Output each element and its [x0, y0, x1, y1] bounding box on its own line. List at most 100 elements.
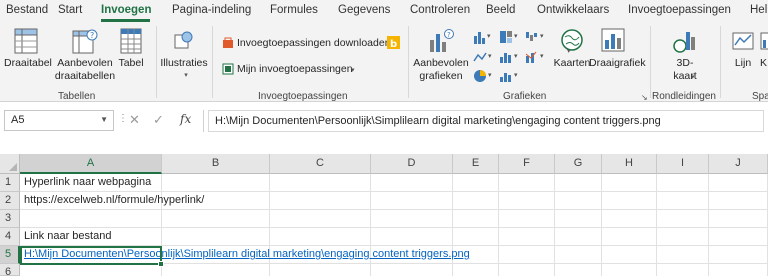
pivotchart-icon: [601, 28, 625, 54]
recommended-pivottables-icon: ?: [72, 28, 98, 54]
select-all-button[interactable]: [0, 154, 20, 174]
sparkline-line-icon: [732, 32, 754, 50]
tab-ontwikkelaars[interactable]: Ontwikkelaars: [537, 4, 609, 16]
table-icon: [120, 28, 142, 54]
kolom-button[interactable]: K: [760, 57, 767, 69]
row-header-3[interactable]: 3: [0, 210, 20, 228]
formula-input[interactable]: H:\Mijn Documenten\Persoonlijk\Simplilea…: [208, 110, 764, 132]
tab-help[interactable]: Help: [750, 4, 768, 16]
column-header-a[interactable]: A: [20, 154, 162, 174]
combo-chart-icon[interactable]: ▾: [525, 50, 547, 64]
column-chart-icon[interactable]: ▾: [473, 30, 495, 44]
tab-formules[interactable]: Formules: [270, 4, 318, 16]
row-header-2[interactable]: 2: [0, 192, 20, 210]
name-box[interactable]: A5 ▼: [4, 110, 114, 131]
aanbevolen-draaitabellen-line2[interactable]: draaitabellen: [54, 70, 116, 82]
line-chart-icon[interactable]: ▾: [473, 50, 495, 64]
cell-a4[interactable]: Link naar bestand: [24, 228, 111, 245]
svg-text:b: b: [390, 39, 397, 49]
aanbevolen-grafieken-line1[interactable]: Aanbevolen: [412, 57, 470, 69]
name-box-dropdown-icon[interactable]: ▼: [100, 115, 108, 124]
worksheet-grid: A B C D E F G H I J 1 2 3 4 5 6 Hyperlin…: [0, 154, 768, 276]
aanbevolen-grafieken-line2[interactable]: grafieken: [412, 70, 470, 82]
3d-kaart-line1[interactable]: 3D-: [660, 57, 710, 69]
column-header-h[interactable]: H: [602, 154, 657, 174]
row-header-5[interactable]: 5: [0, 246, 20, 264]
gridline: [601, 174, 602, 276]
cancel-icon[interactable]: ✕: [129, 112, 140, 128]
tab-pagina-indeling[interactable]: Pagina-indeling: [172, 4, 251, 16]
formula-bar: A5 ▼ ⋮ ✕ ✓ fx H:\Mijn Documenten\Persoon…: [0, 106, 768, 136]
tab-invoegen[interactable]: Invoegen: [101, 4, 151, 16]
mijn-invoegtoepassingen-dropdown-icon[interactable]: ▾: [351, 65, 355, 77]
grafieken-group-label: Grafieken: [503, 91, 547, 102]
group-separator: [156, 26, 157, 98]
column-header-j[interactable]: J: [709, 154, 768, 174]
column-header-d[interactable]: D: [371, 154, 453, 174]
svg-text:▾: ▾: [488, 72, 492, 79]
svg-text:▾: ▾: [488, 53, 492, 60]
aanbevolen-draaitabellen-line1[interactable]: Aanbevolen: [54, 57, 116, 69]
lijn-button[interactable]: Lijn: [730, 57, 756, 69]
illustraties-button[interactable]: Illustraties: [158, 57, 210, 69]
tab-invoegtoepassingen[interactable]: Invoegtoepassingen: [628, 4, 731, 16]
column-header-f[interactable]: F: [499, 154, 555, 174]
svg-text:▾: ▾: [540, 53, 544, 60]
invoegtoepassingen-downloaden-button[interactable]: Invoegtoepassingen downloaden: [237, 37, 391, 49]
bing-icon[interactable]: b: [387, 36, 400, 49]
draaigrafiek-button[interactable]: Draaigrafiek: [589, 57, 646, 69]
tab-controleren[interactable]: Controleren: [410, 4, 470, 16]
row-header-1[interactable]: 1: [0, 174, 20, 192]
enter-icon[interactable]: ✓: [153, 112, 164, 128]
invoegtoepassingen-group-label: Invoegtoepassingen: [258, 91, 348, 102]
hierarchy-chart-icon[interactable]: ▾: [499, 30, 521, 44]
3d-kaart-line2[interactable]: kaart: [660, 70, 710, 82]
cell-a1[interactable]: Hyperlink naar webpagina: [24, 174, 151, 191]
row-header-4[interactable]: 4: [0, 228, 20, 246]
group-separator: [720, 26, 721, 98]
tab-gegevens[interactable]: Gegevens: [338, 4, 390, 16]
cell-a2[interactable]: https://excelweb.nl/formule/hyperlink/: [24, 192, 204, 209]
svg-text:▾: ▾: [540, 33, 544, 40]
statistic-chart-icon[interactable]: ▾: [499, 50, 521, 64]
formula-bar-grip-icon[interactable]: ⋮: [118, 113, 128, 124]
column-header-g[interactable]: G: [555, 154, 602, 174]
mijn-invoegtoepassingen-button[interactable]: Mijn invoegtoepassingen: [237, 63, 353, 75]
select-all-triangle-icon: [9, 163, 17, 171]
grafieken-dialog-launcher-icon[interactable]: ↘: [641, 92, 648, 104]
column-header-b[interactable]: B: [162, 154, 270, 174]
my-addins-icon: [222, 63, 234, 75]
maps-globe-icon: ▾: [560, 28, 584, 54]
svg-text:▾: ▾: [567, 48, 571, 54]
fill-handle[interactable]: [158, 261, 164, 267]
scatter-chart-icon[interactable]: ▾: [499, 69, 521, 83]
formula-bar-divider: [203, 110, 204, 132]
rondleidingen-group-label: Rondleidingen: [652, 91, 716, 102]
pie-chart-icon[interactable]: ▾: [473, 69, 495, 83]
group-separator: [212, 26, 213, 98]
svg-text:▾: ▾: [487, 33, 491, 40]
gridline: [656, 174, 657, 276]
waterfall-chart-icon[interactable]: ▾: [525, 30, 547, 44]
tabel-button[interactable]: Tabel: [114, 57, 148, 69]
svg-text:▾: ▾: [514, 72, 518, 79]
svg-text:?: ?: [447, 31, 451, 39]
column-header-e[interactable]: E: [453, 154, 499, 174]
illustraties-dropdown-icon[interactable]: ▾: [181, 70, 191, 82]
row-header-6[interactable]: 6: [0, 264, 20, 276]
gridline: [708, 174, 709, 276]
tab-start[interactable]: Start: [58, 4, 82, 16]
draaitabel-button[interactable]: Draaitabel: [4, 57, 52, 69]
3d-map-icon: [672, 28, 698, 54]
column-header-i[interactable]: I: [657, 154, 709, 174]
column-header-c[interactable]: C: [270, 154, 371, 174]
svg-text:?: ?: [90, 31, 94, 40]
tab-bestand[interactable]: Bestand: [6, 4, 48, 16]
sparkline-column-icon: [760, 32, 768, 50]
3d-kaart-dropdown-icon[interactable]: ▾: [691, 72, 695, 84]
active-cell-border: [20, 246, 162, 265]
tab-beeld[interactable]: Beeld: [486, 4, 515, 16]
formula-text: H:\Mijn Documenten\Persoonlijk\Simplilea…: [215, 115, 661, 127]
group-separator: [408, 26, 409, 98]
insert-function-icon[interactable]: fx: [180, 112, 191, 126]
